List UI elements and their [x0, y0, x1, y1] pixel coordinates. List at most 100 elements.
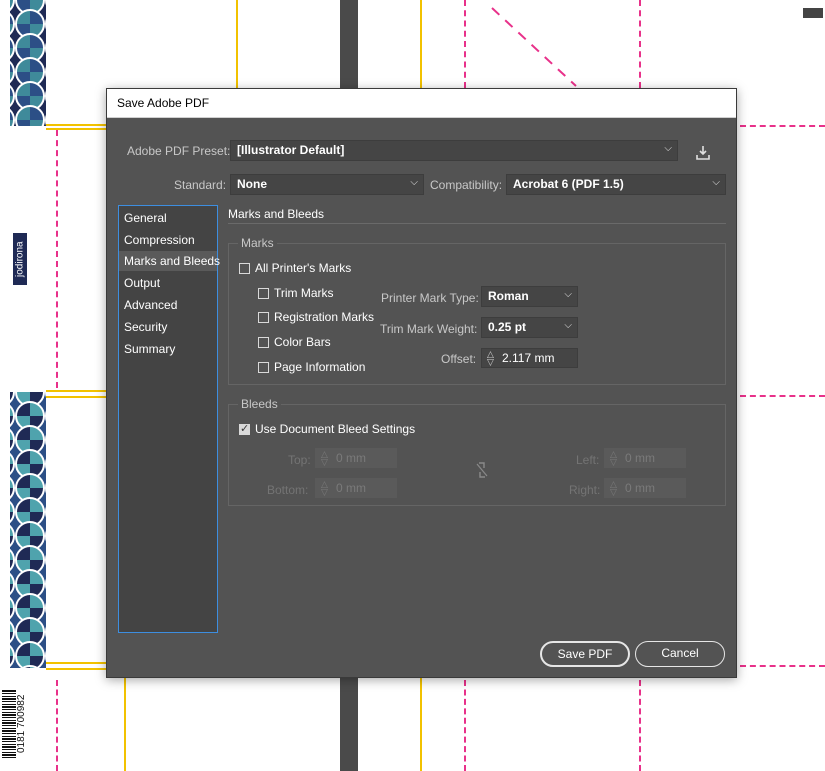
- guide-pink-h3: [740, 665, 825, 667]
- stepper-icon: △ ▽: [321, 449, 328, 467]
- guide-pink-v5: [464, 680, 466, 771]
- chevron-down-icon: ⌵: [410, 177, 418, 188]
- bleeds-legend: Bleeds: [238, 397, 281, 411]
- save-pdf-button[interactable]: Save PDF: [540, 641, 630, 667]
- compatibility-label: Compatibility:: [430, 178, 503, 192]
- nav-item-summary[interactable]: Summary: [119, 339, 217, 359]
- trim-marks-checkbox[interactable]: [258, 288, 269, 299]
- offset-field[interactable]: △ ▽ 2.117 mm: [481, 348, 578, 368]
- color-bars-label: Color Bars: [274, 335, 331, 349]
- stepper-icon: △ ▽: [610, 449, 617, 467]
- guide-yellow-h2: [46, 128, 106, 130]
- offset-value: 2.117 mm: [502, 351, 555, 365]
- guide-pink-diagonal: [491, 7, 577, 87]
- bleed-right-field[interactable]: △ ▽ 0 mm: [604, 478, 686, 498]
- trim-mark-weight-dropdown[interactable]: 0.25 pt ⌵: [481, 317, 578, 338]
- bleed-top-value: 0 mm: [336, 451, 366, 465]
- trim-marks-label: Trim Marks: [274, 286, 334, 300]
- bleed-right-label: Right:: [569, 483, 601, 497]
- trim-mark-weight-value: 0.25 pt: [488, 320, 527, 334]
- guide-pink-h2: [740, 395, 825, 397]
- compatibility-dropdown[interactable]: Acrobat 6 (PDF 1.5) ⌵: [506, 174, 726, 195]
- guide-yellow-h4: [46, 396, 106, 398]
- save-pdf-dialog: Save Adobe PDF Adobe PDF Preset: [Illust…: [106, 88, 737, 678]
- artboard-divider-bottom: [340, 678, 358, 771]
- page-information-checkbox[interactable]: [258, 362, 269, 373]
- registration-marks-checkbox[interactable]: [258, 312, 269, 323]
- guide-yellow-h1: [46, 124, 106, 126]
- bleed-bottom-field[interactable]: △ ▽ 0 mm: [315, 478, 397, 498]
- chevron-down-icon: ⌵: [664, 143, 672, 154]
- stepper-icon[interactable]: △ ▽: [487, 350, 494, 367]
- artboard-divider-top: [340, 0, 358, 88]
- bleed-bottom-label: Bottom:: [267, 483, 309, 497]
- page-information-label: Page Information: [274, 360, 366, 374]
- bleed-bottom-value: 0 mm: [336, 481, 366, 495]
- scale-pattern-bottom-art: [10, 392, 46, 668]
- guide-pink-v6: [639, 680, 641, 771]
- printer-mark-type-dropdown[interactable]: Roman ⌵: [481, 286, 578, 307]
- panel-title: Marks and Bleeds: [228, 207, 325, 221]
- color-bars-checkbox[interactable]: [258, 337, 269, 348]
- guide-yellow-h6: [46, 668, 106, 670]
- cancel-button[interactable]: Cancel: [635, 641, 725, 667]
- nav-item-general[interactable]: General: [119, 208, 217, 228]
- guide-yellow-1: [236, 0, 238, 88]
- guide-pink-v2: [56, 680, 58, 771]
- nav-item-security[interactable]: Security: [119, 317, 217, 337]
- guide-yellow-3: [124, 678, 126, 771]
- barcode: [2, 690, 16, 758]
- bleed-right-value: 0 mm: [625, 481, 655, 495]
- offset-label: Offset:: [441, 352, 477, 366]
- chevron-down-icon: ⌵: [564, 289, 572, 300]
- trim-mark-weight-label: Trim Mark Weight:: [380, 322, 478, 336]
- preset-value: [Illustrator Default]: [237, 143, 345, 157]
- scale-pattern-top-art: [10, 0, 46, 126]
- preset-label: Adobe PDF Preset:: [127, 144, 231, 158]
- guide-pink-h1: [740, 125, 825, 127]
- guide-pink-v1: [56, 130, 58, 388]
- save-preset-icon[interactable]: [695, 145, 711, 161]
- link-bleeds-icon[interactable]: [475, 461, 489, 479]
- compatibility-value: Acrobat 6 (PDF 1.5): [513, 177, 624, 191]
- barcode-number: 0181 700982: [16, 694, 27, 754]
- printer-mark-type-value: Roman: [488, 289, 529, 303]
- guide-pink-v3: [464, 0, 466, 88]
- stepper-icon: △ ▽: [321, 479, 328, 497]
- bleed-left-label: Left:: [576, 453, 600, 467]
- guide-yellow-2: [420, 0, 422, 88]
- printer-mark-type-label: Printer Mark Type:: [381, 291, 479, 305]
- scale-pattern-bottom: [0, 392, 46, 668]
- bleed-left-field[interactable]: △ ▽ 0 mm: [604, 448, 686, 468]
- bleed-top-label: Top:: [288, 453, 311, 467]
- standard-dropdown[interactable]: None ⌵: [230, 174, 424, 195]
- brand-tag: jodirona: [13, 233, 27, 285]
- registration-marks-label: Registration Marks: [274, 310, 375, 324]
- standard-value: None: [237, 177, 267, 191]
- guide-yellow-h3: [46, 390, 106, 392]
- use-document-bleed-checkbox[interactable]: [239, 422, 250, 435]
- nav-item-output[interactable]: Output: [119, 273, 217, 293]
- marks-legend: Marks: [238, 236, 277, 250]
- guide-yellow-4: [420, 678, 422, 771]
- nav-item-marks-and-bleeds[interactable]: Marks and Bleeds: [119, 251, 220, 271]
- nav-item-advanced[interactable]: Advanced: [119, 295, 217, 315]
- preset-dropdown[interactable]: [Illustrator Default] ⌵: [230, 140, 678, 161]
- use-document-bleed-label: Use Document Bleed Settings: [255, 422, 416, 436]
- all-printers-marks-checkbox[interactable]: [239, 263, 250, 274]
- dialog-title[interactable]: Save Adobe PDF: [107, 89, 736, 118]
- guide-yellow-h5: [46, 662, 106, 664]
- chevron-down-icon: ⌵: [564, 320, 572, 331]
- chevron-down-icon: ⌵: [712, 177, 720, 188]
- bleed-top-field[interactable]: △ ▽ 0 mm: [315, 448, 397, 468]
- stepper-icon: △ ▽: [610, 479, 617, 497]
- corner-mark: [803, 8, 823, 18]
- panel-title-separator: [228, 223, 726, 224]
- standard-label: Standard:: [174, 178, 227, 192]
- nav-item-compression[interactable]: Compression: [119, 230, 217, 250]
- all-printers-marks-label: All Printer's Marks: [255, 261, 352, 275]
- scale-pattern-top: [0, 0, 46, 126]
- canvas: jodirona 0181 700982 Save Adobe PDF Adob…: [0, 0, 825, 771]
- bleed-left-value: 0 mm: [625, 451, 655, 465]
- category-list: General Compression Marks and Bleeds Out…: [118, 205, 220, 633]
